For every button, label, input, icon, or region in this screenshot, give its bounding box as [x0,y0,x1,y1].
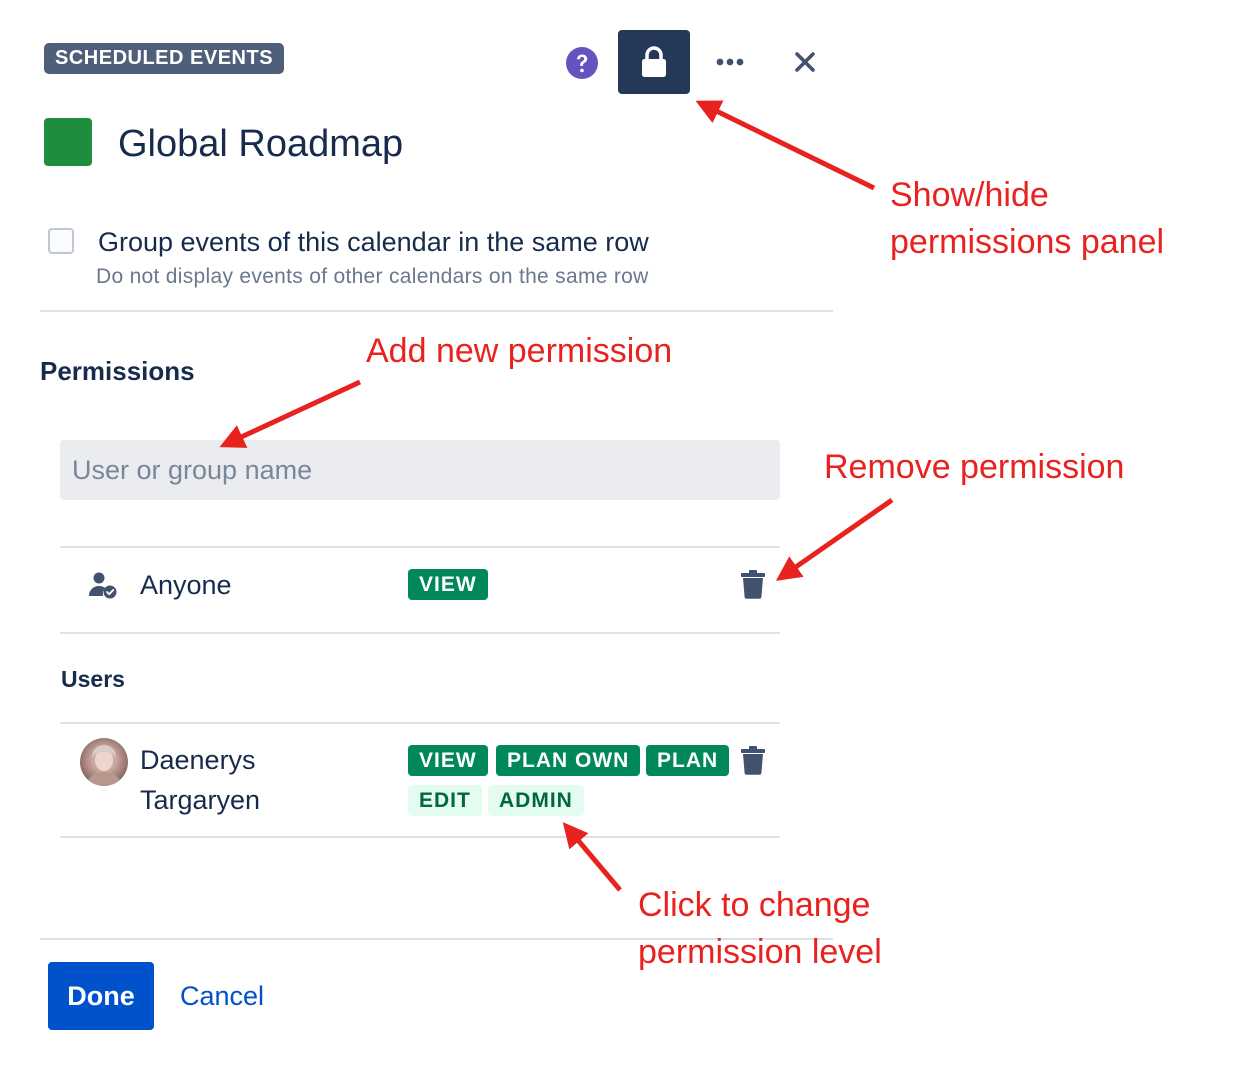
user-first-name: Daenerys [140,745,256,775]
calendar-title[interactable]: Global Roadmap [118,120,403,168]
remove-anyone-button[interactable] [738,568,768,600]
annotation-remove: Remove permission [824,448,1125,486]
cancel-button[interactable]: Cancel [170,962,274,1030]
user-admin-badge[interactable]: ADMIN [488,785,584,816]
user-edit-badge[interactable]: EDIT [408,785,482,816]
lock-icon [642,46,666,77]
annotation-lock-line2: permissions panel [890,223,1165,261]
avatar [80,738,128,786]
done-button[interactable]: Done [48,962,154,1030]
trash-icon [741,570,765,599]
annotation-add: Add new permission [366,332,673,370]
group-row-checkbox[interactable] [48,228,74,254]
group-row-label[interactable]: Group events of this calendar in the sam… [98,224,649,260]
user-last-name: Targaryen [140,785,261,815]
group-row-help: Do not display events of other calendars… [96,265,649,288]
help-button[interactable] [563,44,601,82]
arrow-to-trash [775,497,894,581]
row-divider [60,836,780,838]
user-group-search-input[interactable] [60,440,780,500]
row-divider [60,632,780,634]
permissions-heading: Permissions [40,356,195,386]
row-divider [60,722,780,724]
close-button[interactable] [786,44,824,80]
user-view-badge[interactable]: VIEW [408,745,488,776]
close-icon [795,52,815,72]
users-heading: Users [61,666,125,692]
annotation-change-line2: permission level [638,933,882,971]
arrow-to-lock [695,100,876,191]
calendar-color-swatch[interactable] [44,118,92,166]
anyone-label: Anyone [140,570,232,600]
annotation-lock-line1: Show/hide [890,176,1049,214]
annotation-change-line1: Click to change [638,886,871,924]
user-plan-badge[interactable]: PLAN [646,745,730,776]
user-check-icon [89,572,117,599]
user-plan-own-badge[interactable]: PLAN OWN [496,745,641,776]
arrow-to-search [219,379,362,448]
permissions-toggle-button[interactable] [618,30,690,94]
trash-icon [741,746,765,775]
scheduled-events-badge: SCHEDULED EVENTS [44,43,285,74]
more-button[interactable] [706,44,754,80]
more-icon [716,58,744,66]
question-circle-icon [566,47,598,79]
permission-row-anyone: Anyone VIEW [60,548,780,632]
section-divider [40,310,833,312]
anyone-view-badge[interactable]: VIEW [408,569,488,600]
remove-user-button[interactable] [738,744,768,776]
